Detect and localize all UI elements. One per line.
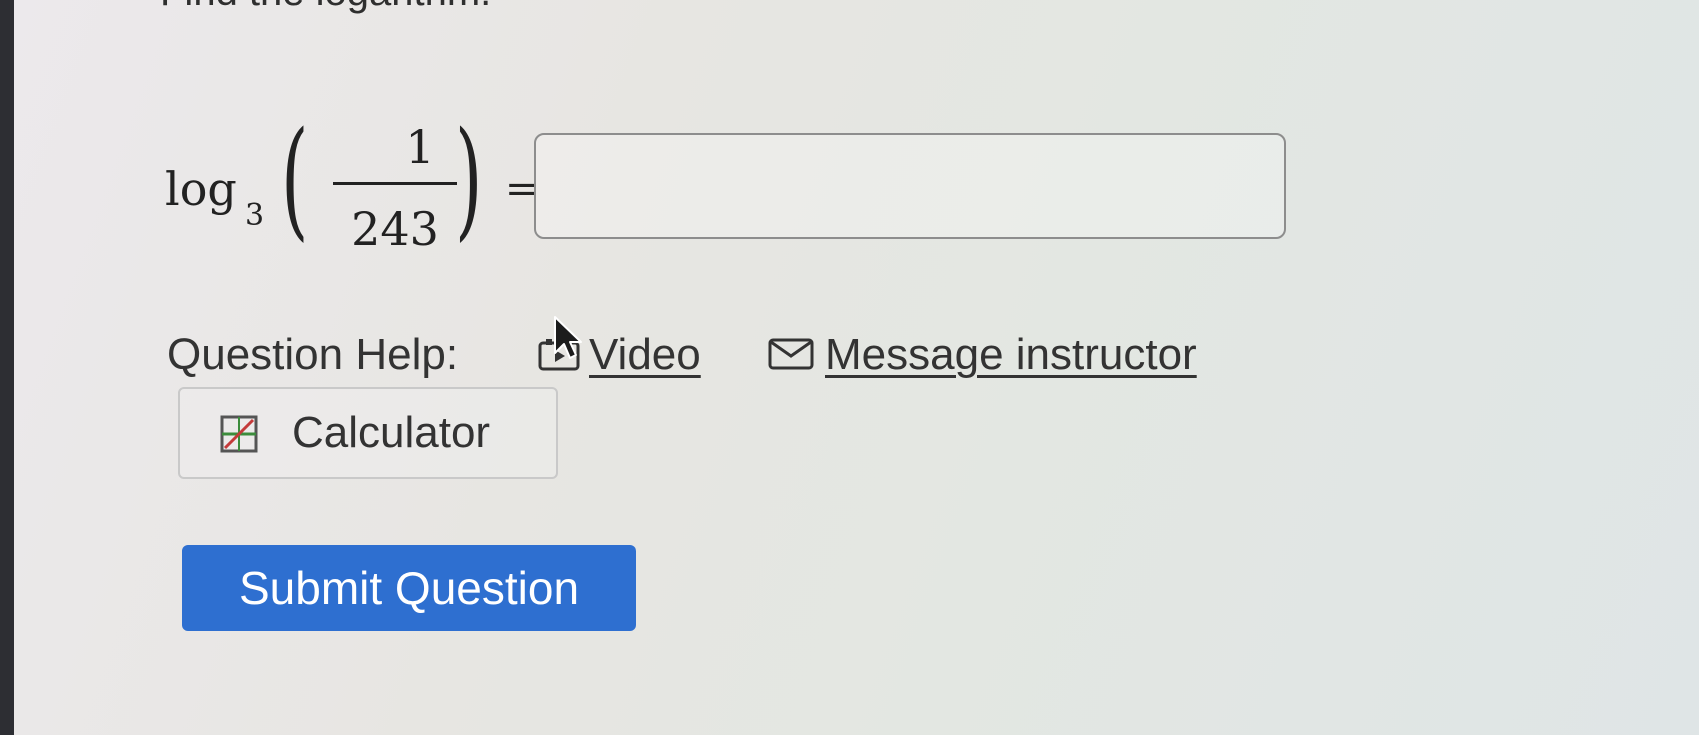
- question-help-label: Question Help:: [167, 330, 459, 379]
- close-parenthesis: ): [455, 105, 483, 254]
- calculator-label: Calculator: [292, 408, 491, 457]
- envelope-icon: [767, 332, 815, 370]
- open-parenthesis: (: [281, 105, 309, 254]
- message-instructor-link[interactable]: Message instructor: [767, 330, 1197, 380]
- message-instructor-label: Message instructor: [825, 330, 1197, 379]
- fraction-denominator: 243: [351, 202, 439, 256]
- calculator-icon: [220, 414, 258, 453]
- answer-input[interactable]: [534, 133, 1286, 239]
- submit-question-button[interactable]: Submit Question: [182, 545, 636, 631]
- question-instruction: Find the logarithm.: [160, 0, 491, 15]
- mouse-pointer-icon: [554, 316, 582, 359]
- log-base: 3: [245, 198, 265, 233]
- question-help: Question Help: Video Message instructor: [167, 330, 1287, 386]
- log-function: log: [165, 162, 237, 216]
- screen-bezel: [0, 0, 14, 735]
- video-link-label: Video: [589, 330, 701, 379]
- calculator-button[interactable]: Calculator: [178, 387, 558, 479]
- fraction-bar: [333, 182, 457, 185]
